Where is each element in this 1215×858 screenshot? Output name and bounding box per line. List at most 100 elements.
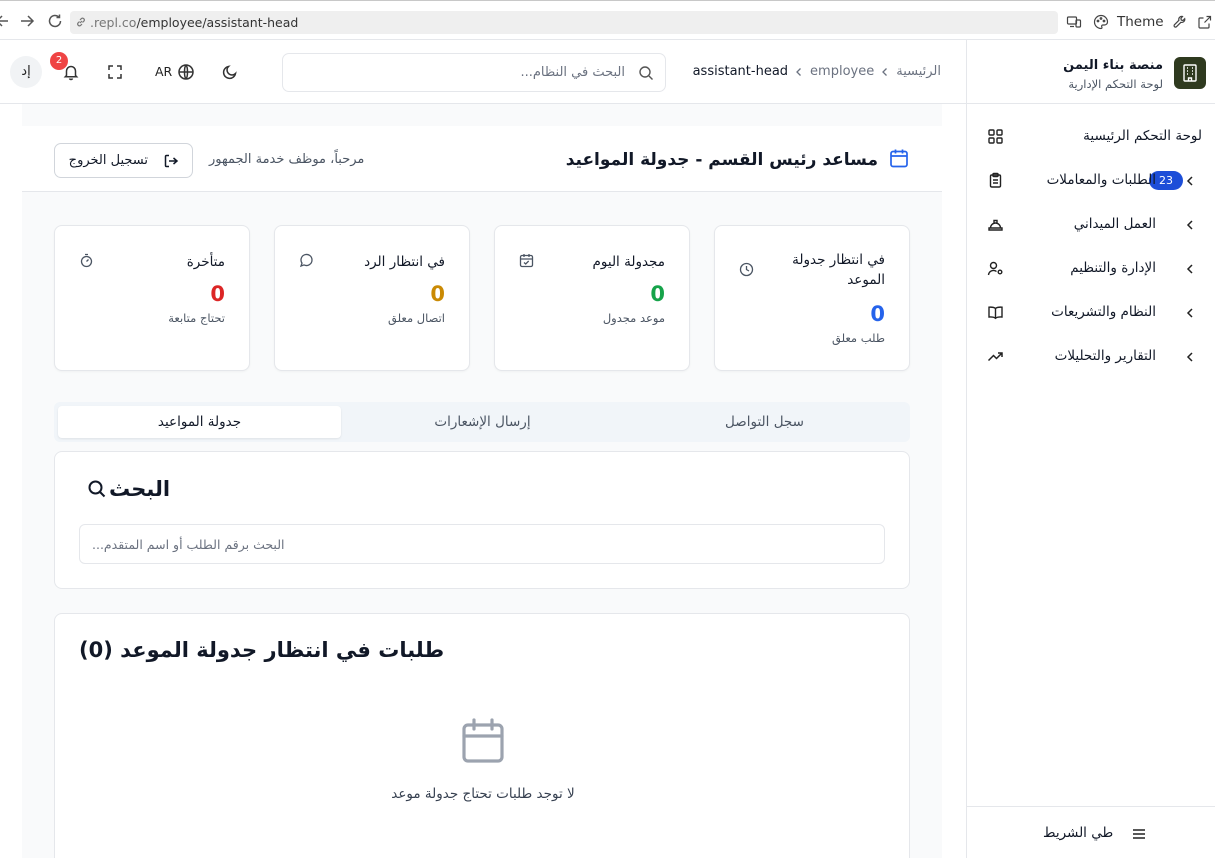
stat-value: 0 xyxy=(210,282,225,306)
stat-subtitle: اتصال معلق xyxy=(388,311,445,325)
sidebar-item-label: الإدارة والتنظيم xyxy=(1070,260,1156,276)
request-search-input[interactable]: البحث برقم الطلب أو اسم المتقدم... xyxy=(79,524,885,564)
sidebar-item-system-legislation[interactable]: النظام والتشريعات xyxy=(967,295,1215,331)
main-content: مساعد رئيس القسم - جدولة المواعيد مرحباً… xyxy=(22,104,942,858)
notification-badge: 2 xyxy=(50,52,68,70)
url-domain: .repl.co xyxy=(90,15,137,30)
stat-subtitle: موعد مجدول xyxy=(602,311,665,325)
top-header: إد 2 AR البحث في النظام... الرئيسية empl… xyxy=(0,40,966,104)
stat-value: 0 xyxy=(430,282,445,306)
page-header: مساعد رئيس القسم - جدولة المواعيد مرحباً… xyxy=(22,126,942,192)
breadcrumb-home[interactable]: الرئيسية xyxy=(896,64,941,79)
stat-value: 0 xyxy=(870,302,885,326)
language-label[interactable]: AR xyxy=(155,64,172,79)
tab-notifications[interactable]: إرسال الإشعارات xyxy=(341,406,624,438)
building-logo-icon xyxy=(1174,57,1206,89)
moon-icon[interactable] xyxy=(221,63,239,81)
address-bar[interactable]: .repl.co/employee/assistant-head xyxy=(70,11,1058,34)
stat-subtitle: تحتاج متابعة xyxy=(168,311,225,325)
stat-card-awaiting-reply: في انتظار الرد 0 اتصال معلق xyxy=(274,225,470,371)
stat-title: مجدولة اليوم xyxy=(592,254,665,270)
user-cog-icon xyxy=(987,260,1004,277)
url-path: /employee/assistant-head xyxy=(136,15,299,30)
global-search-placeholder: البحث في النظام... xyxy=(520,65,625,80)
breadcrumb: الرئيسية employee assistant-head xyxy=(693,64,941,79)
book-icon xyxy=(987,304,1004,321)
palette-icon[interactable] xyxy=(1093,13,1109,31)
timer-icon xyxy=(79,253,94,268)
tab-communication-log[interactable]: سجل التواصل xyxy=(623,406,906,438)
search-icon xyxy=(638,65,654,81)
sidebar-item-requests[interactable]: 23 الطلبات والمعاملات xyxy=(967,163,1215,199)
page-title: مساعد رئيس القسم - جدولة المواعيد xyxy=(565,150,878,170)
stat-title: في انتظار جدولة الموعد xyxy=(792,252,885,288)
stat-title: في انتظار الرد xyxy=(364,254,445,270)
sidebar-item-label: التقارير والتحليلات xyxy=(1054,348,1156,364)
devices-icon[interactable] xyxy=(1066,13,1082,31)
breadcrumb-current: assistant-head xyxy=(692,64,789,79)
back-arrow-icon[interactable] xyxy=(0,12,12,30)
menu-icon xyxy=(1131,826,1147,842)
sidebar-item-label: العمل الميداني xyxy=(1073,216,1156,232)
globe-icon[interactable] xyxy=(177,63,195,81)
chevron-left-icon xyxy=(1185,307,1195,319)
stat-title: متأخرة xyxy=(186,254,225,270)
theme-label[interactable]: Theme xyxy=(1117,13,1164,31)
dashboard-grid-icon xyxy=(987,128,1004,145)
chevron-left-icon xyxy=(794,67,804,77)
tab-scheduling[interactable]: جدولة المواعيد xyxy=(58,406,341,438)
sidebar-item-label: الطلبات والمعاملات xyxy=(1046,172,1156,188)
hard-hat-icon xyxy=(987,216,1004,233)
sidebar-item-dashboard[interactable]: لوحة التحكم الرئيسية xyxy=(967,119,1215,155)
browser-toolbar: .repl.co/employee/assistant-head Theme xyxy=(0,0,1215,40)
calendar-check-icon xyxy=(519,253,534,268)
log-out-icon xyxy=(163,153,179,169)
chevron-left-icon xyxy=(880,67,890,77)
sidebar-item-label: النظام والتشريعات xyxy=(1051,304,1156,320)
link-icon xyxy=(75,16,87,28)
stat-card-pending-scheduling: في انتظار جدولة الموعد 0 طلب معلق xyxy=(714,225,910,371)
logout-button[interactable]: تسجيل الخروج xyxy=(54,143,193,178)
logout-label: تسجيل الخروج xyxy=(68,153,148,168)
forward-arrow-icon[interactable] xyxy=(18,12,36,30)
global-search-input[interactable]: البحث في النظام... xyxy=(282,53,666,92)
stat-subtitle: طلب معلق xyxy=(831,331,885,345)
sidebar-item-administration[interactable]: الإدارة والتنظيم xyxy=(967,251,1215,287)
pending-requests-card: طلبات في انتظار جدولة الموعد (0) لا توجد… xyxy=(54,613,910,858)
avatar[interactable]: إد xyxy=(10,56,42,88)
clock-icon xyxy=(739,262,754,277)
pending-requests-heading: طلبات في انتظار جدولة الموعد (0) xyxy=(79,638,445,662)
brand-title: منصة بناء اليمن xyxy=(1063,58,1163,73)
wrench-icon[interactable] xyxy=(1172,13,1188,31)
sidebar-item-field-work[interactable]: العمل الميداني xyxy=(967,207,1215,243)
brand-header: منصة بناء اليمن لوحة التحكم الإدارية xyxy=(967,40,1215,104)
request-search-placeholder: البحث برقم الطلب أو اسم المتقدم... xyxy=(92,537,285,552)
sidebar-collapse-label: طي الشريط xyxy=(1043,825,1114,841)
search-heading: البحث xyxy=(109,477,171,501)
tab-list: جدولة المواعيد إرسال الإشعارات سجل التوا… xyxy=(54,402,910,442)
calendar-icon xyxy=(461,718,505,764)
reload-icon[interactable] xyxy=(46,12,64,30)
chevron-left-icon xyxy=(1185,351,1195,363)
search-card: البحث البحث برقم الطلب أو اسم المتقدم... xyxy=(54,451,910,589)
brand-subtitle: لوحة التحكم الإدارية xyxy=(1068,77,1163,91)
chevron-left-icon xyxy=(1185,175,1195,187)
open-external-icon[interactable] xyxy=(1197,13,1213,31)
fullscreen-icon[interactable] xyxy=(106,63,124,81)
welcome-text: مرحباً، موظف خدمة الجمهور xyxy=(209,152,365,167)
empty-state-text: لا توجد طلبات تحتاج جدولة موعد xyxy=(391,786,575,802)
sidebar-item-reports[interactable]: التقارير والتحليلات xyxy=(967,339,1215,375)
message-circle-icon xyxy=(299,253,314,268)
chevron-left-icon xyxy=(1185,219,1195,231)
sidebar-collapse-button[interactable]: طي الشريط xyxy=(967,806,1215,858)
calendar-icon xyxy=(888,147,910,169)
sidebar: منصة بناء اليمن لوحة التحكم الإدارية لوح… xyxy=(966,40,1215,858)
stat-card-overdue: متأخرة 0 تحتاج متابعة xyxy=(54,225,250,371)
trending-up-icon xyxy=(987,348,1004,365)
search-icon xyxy=(87,479,107,499)
breadcrumb-employee[interactable]: employee xyxy=(810,64,874,79)
sidebar-item-label: لوحة التحكم الرئيسية xyxy=(1083,128,1202,144)
stat-value: 0 xyxy=(650,282,665,306)
clipboard-icon xyxy=(987,172,1004,189)
chevron-left-icon xyxy=(1185,263,1195,275)
